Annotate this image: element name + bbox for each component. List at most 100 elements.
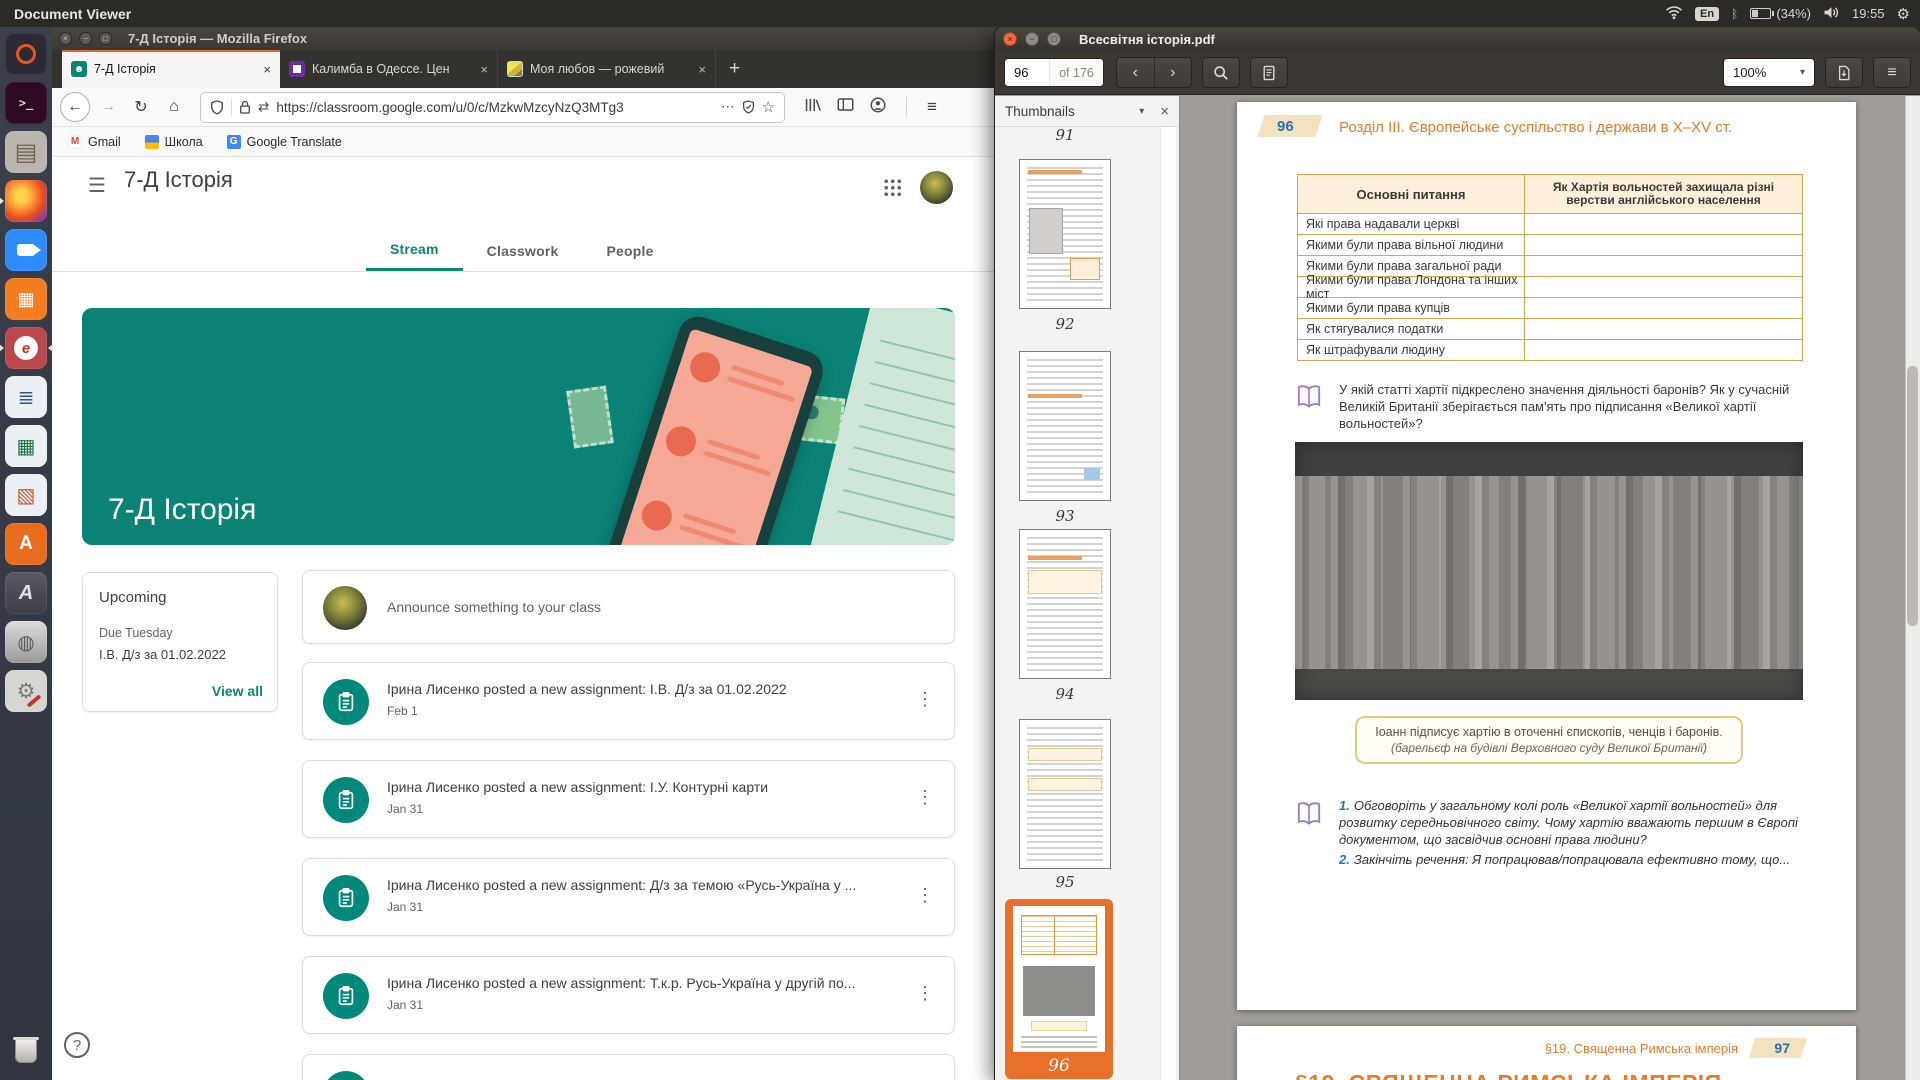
window-maximize-button[interactable]: □ bbox=[1047, 32, 1061, 46]
tab-moya-lubov[interactable]: Моя любов — рожевий × bbox=[498, 50, 716, 88]
url-bar[interactable]: ⇄ https://classroom.google.com/u/0/c/Mzk… bbox=[200, 92, 785, 123]
stream-item[interactable]: Ірина Лисенко posted a new assignment: Д… bbox=[302, 858, 955, 936]
account-avatar[interactable] bbox=[920, 171, 953, 204]
window-close-button[interactable]: × bbox=[1003, 32, 1017, 46]
bookmark-school[interactable]: Школа bbox=[145, 135, 203, 149]
dock-libreoffice-writer[interactable]: ≣ bbox=[5, 376, 47, 418]
firefox-menu-icon[interactable]: ≡ bbox=[927, 97, 937, 117]
stream-item[interactable] bbox=[302, 1054, 955, 1080]
dock-firefox[interactable] bbox=[5, 180, 47, 222]
dock-disks[interactable]: ◍ bbox=[5, 621, 47, 663]
dock-calculator[interactable]: ▦ bbox=[5, 278, 47, 320]
bookmark-google-translate[interactable]: G Google Translate bbox=[227, 135, 342, 149]
reload-button[interactable]: ↻ bbox=[126, 92, 156, 122]
announce-box[interactable]: Announce something to your class bbox=[302, 570, 955, 644]
google-apps-grid-icon[interactable] bbox=[884, 179, 901, 196]
sidebar-close-icon[interactable]: × bbox=[1160, 103, 1169, 120]
question-text: Обговоріть у загальному колі роль «Велик… bbox=[1339, 798, 1798, 847]
window-close-button[interactable]: × bbox=[59, 32, 72, 45]
view-all-link[interactable]: View all bbox=[212, 683, 263, 699]
window-minimize-button[interactable]: − bbox=[1025, 32, 1039, 46]
dock-libreoffice-impress[interactable]: ▧ bbox=[5, 474, 47, 516]
tab-classroom[interactable]: ☻ 7-Д Історія × bbox=[62, 50, 280, 88]
tab-people[interactable]: People bbox=[583, 230, 678, 271]
zoom-level-select[interactable]: 100% ▾ bbox=[1723, 58, 1815, 87]
tracking-shield-icon[interactable] bbox=[210, 100, 224, 115]
dock-ubuntu-dash[interactable] bbox=[5, 33, 47, 75]
kebab-menu-icon[interactable]: ⋮ bbox=[916, 885, 934, 906]
dock-zoom[interactable] bbox=[5, 229, 47, 271]
new-tab-button[interactable]: + bbox=[716, 50, 753, 88]
thumbnail-page-94[interactable] bbox=[1019, 529, 1111, 679]
pocket-shield-icon[interactable] bbox=[742, 100, 755, 114]
thumbnail-page-92[interactable] bbox=[1019, 159, 1111, 309]
tab-classwork[interactable]: Classwork bbox=[463, 230, 583, 271]
keyboard-layout-indicator[interactable]: En bbox=[1695, 7, 1719, 21]
save-button[interactable] bbox=[1825, 57, 1863, 88]
account-icon[interactable] bbox=[870, 97, 886, 118]
bookmark-star-icon[interactable]: ☆ bbox=[762, 98, 775, 116]
kebab-menu-icon[interactable]: ⋮ bbox=[916, 689, 934, 710]
sidebar-scrollbar[interactable] bbox=[1160, 127, 1176, 1080]
tab-stream[interactable]: Stream bbox=[366, 230, 463, 271]
sidebar-toggle-icon[interactable] bbox=[837, 97, 854, 117]
volume-icon[interactable] bbox=[1823, 5, 1840, 23]
stream-item[interactable]: Ірина Лисенко posted a new assignment: Т… bbox=[302, 956, 955, 1034]
dock-terminal[interactable]: >_ bbox=[5, 82, 47, 124]
library-icon[interactable] bbox=[804, 97, 821, 118]
kebab-menu-icon[interactable]: ⋮ bbox=[916, 787, 934, 808]
window-maximize-button[interactable]: □ bbox=[99, 32, 112, 45]
tab-close-icon[interactable]: × bbox=[480, 62, 488, 77]
help-button[interactable]: ? bbox=[64, 1032, 90, 1058]
page-number-input[interactable]: 96 bbox=[1005, 59, 1049, 86]
annotations-button[interactable] bbox=[1250, 57, 1288, 88]
tab-kalimba[interactable]: Калимба в Одессе. Цен × bbox=[280, 50, 498, 88]
document-scrollbar[interactable] bbox=[1905, 96, 1920, 1080]
dock-trash[interactable] bbox=[5, 1030, 47, 1072]
upcoming-due-item[interactable]: І.В. Д/з за 01.02.2022 bbox=[99, 647, 261, 662]
pdf-menu-button[interactable]: ≡ bbox=[1873, 57, 1911, 88]
thumb-content bbox=[1084, 468, 1100, 480]
dock-system-tools[interactable]: ⚙ bbox=[5, 670, 47, 712]
page-actions-icon[interactable]: ⋯ bbox=[721, 99, 735, 115]
previous-page-button[interactable]: ‹ bbox=[1117, 65, 1154, 81]
classroom-menu-icon[interactable]: ☰ bbox=[88, 173, 106, 198]
dock-aimp[interactable]: A bbox=[5, 572, 47, 614]
search-button[interactable] bbox=[1202, 57, 1240, 88]
dock-file-manager[interactable]: ▤ bbox=[5, 131, 47, 173]
thumb-content bbox=[1028, 778, 1102, 791]
kebab-menu-icon[interactable]: ⋮ bbox=[916, 983, 934, 1004]
dock-document-viewer[interactable]: e bbox=[5, 327, 47, 369]
thumbnail-page-96-selected[interactable]: 96 bbox=[1005, 899, 1113, 1079]
system-menu-gear-icon[interactable]: ⚙ bbox=[1897, 5, 1910, 23]
wifi-icon[interactable] bbox=[1665, 5, 1683, 23]
tab-close-icon[interactable]: × bbox=[698, 62, 706, 77]
stream-item[interactable]: Ірина Лисенко posted a new assignment: І… bbox=[302, 662, 955, 740]
back-button[interactable]: ← bbox=[60, 92, 90, 122]
stream-item[interactable]: Ірина Лисенко posted a new assignment: І… bbox=[302, 760, 955, 838]
permissions-icon[interactable]: ⇄ bbox=[258, 99, 269, 115]
bluetooth-icon[interactable]: ᛒ bbox=[1731, 7, 1738, 21]
tab-close-icon[interactable]: × bbox=[263, 62, 271, 77]
home-button[interactable]: ⌂ bbox=[159, 92, 189, 122]
clock[interactable]: 19:55 bbox=[1852, 6, 1885, 21]
question-1: 1.Обговоріть у загальному колі роль «Вел… bbox=[1339, 797, 1811, 848]
window-minimize-button[interactable]: − bbox=[79, 32, 92, 45]
dock-ubuntu-software[interactable]: A bbox=[5, 523, 47, 565]
charter-table: Основні питання Як Хартія вольностей зах… bbox=[1297, 174, 1803, 361]
dock-libreoffice-calc[interactable]: ▦ bbox=[5, 425, 47, 467]
translate-icon: G bbox=[227, 135, 241, 149]
scrollbar-thumb[interactable] bbox=[1907, 366, 1918, 626]
thumbnail-page-95[interactable] bbox=[1019, 719, 1111, 869]
next-page-button[interactable]: › bbox=[1155, 65, 1192, 81]
sidebar-dropdown-icon[interactable]: ▾ bbox=[1139, 106, 1144, 117]
pdf-titlebar: × − □ Всесвітня історія.pdf bbox=[995, 27, 1920, 51]
thumb-label: 95 bbox=[1019, 873, 1111, 891]
bookmark-gmail[interactable]: M Gmail bbox=[68, 135, 121, 149]
battery-indicator[interactable]: (34%) bbox=[1750, 6, 1811, 21]
forward-button[interactable]: → bbox=[93, 92, 123, 122]
table-cell-empty bbox=[1525, 298, 1802, 318]
lock-icon[interactable] bbox=[239, 100, 251, 114]
file-cabinet-icon: ▤ bbox=[15, 138, 38, 167]
thumbnail-page-93[interactable] bbox=[1019, 351, 1111, 501]
